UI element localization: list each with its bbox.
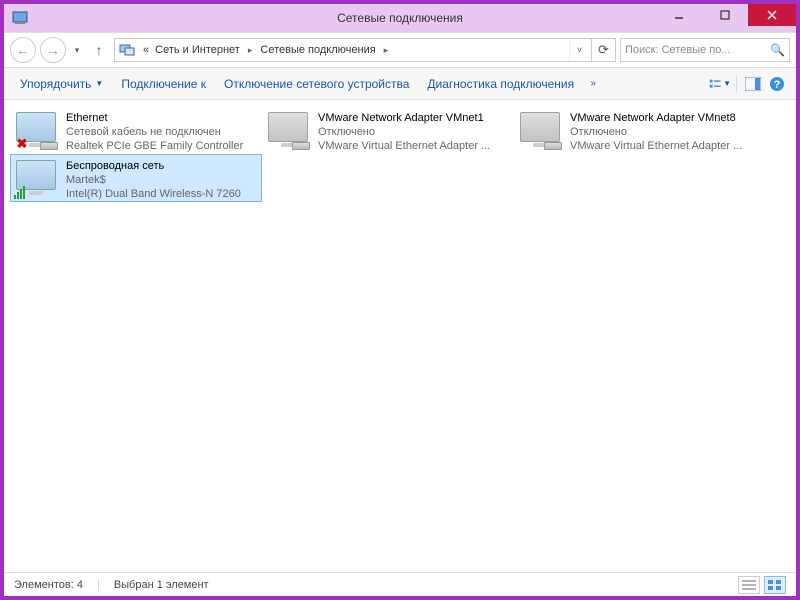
minimize-button[interactable] bbox=[656, 4, 702, 26]
history-dropdown[interactable]: ▾ bbox=[70, 37, 84, 63]
command-bar: Упорядочить▼ Подключение к Отключение се… bbox=[4, 68, 796, 100]
breadcrumb-connections[interactable]: Сетевые подключения bbox=[258, 44, 377, 56]
diagnose-button[interactable]: Диагностика подключения bbox=[419, 73, 582, 95]
connection-vmnet8[interactable]: VMware Network Adapter VMnet8 Отключено … bbox=[514, 106, 766, 154]
item-name: Ethernet bbox=[66, 111, 258, 125]
content-area[interactable]: ✖ Ethernet Сетевой кабель не подключен R… bbox=[4, 100, 796, 572]
connection-vmnet1[interactable]: VMware Network Adapter VMnet1 Отключено … bbox=[262, 106, 514, 154]
item-status: Сетевой кабель не подключен bbox=[66, 125, 258, 139]
network-adapter-icon bbox=[14, 158, 60, 200]
status-selected-count: Выбран 1 элемент bbox=[114, 579, 209, 591]
connection-ethernet[interactable]: ✖ Ethernet Сетевой кабель не подключен R… bbox=[10, 106, 262, 154]
address-dropdown[interactable]: ˅ bbox=[569, 39, 589, 61]
svg-text:?: ? bbox=[774, 79, 781, 91]
preview-pane-button[interactable] bbox=[742, 73, 764, 95]
details-view-button[interactable] bbox=[738, 576, 760, 594]
disable-device-button[interactable]: Отключение сетевого устройства bbox=[216, 73, 417, 95]
error-x-icon: ✖ bbox=[14, 136, 30, 152]
item-name: VMware Network Adapter VMnet8 bbox=[570, 111, 762, 125]
view-options-button[interactable]: ▼ bbox=[709, 73, 731, 95]
network-adapter-icon: ✖ bbox=[14, 110, 60, 152]
forward-button[interactable]: → bbox=[40, 37, 66, 63]
item-device: Realtek PCIe GBE Family Controller bbox=[66, 139, 258, 153]
up-button[interactable]: ↑ bbox=[88, 39, 110, 61]
wifi-signal-icon bbox=[14, 184, 30, 200]
network-adapter-icon bbox=[518, 110, 564, 152]
chevron-down-icon: ▼ bbox=[95, 79, 103, 88]
refresh-button[interactable]: ⟳ bbox=[591, 39, 615, 61]
status-item-count: Элементов: 4 bbox=[14, 579, 83, 591]
item-status: Отключено bbox=[318, 125, 510, 139]
item-device: VMware Virtual Ethernet Adapter ... bbox=[318, 139, 510, 153]
close-button[interactable] bbox=[748, 4, 796, 26]
explorer-window: Сетевые подключения ← → ▾ ↑ « Сеть и Инт… bbox=[3, 3, 797, 597]
connection-wireless[interactable]: Беспроводная сеть Martek$ Intel(R) Dual … bbox=[10, 154, 262, 202]
organize-menu[interactable]: Упорядочить▼ bbox=[12, 73, 111, 95]
help-button[interactable]: ? bbox=[766, 73, 788, 95]
item-status: Отключено bbox=[570, 125, 762, 139]
item-device: VMware Virtual Ethernet Adapter ... bbox=[570, 139, 762, 153]
location-icon bbox=[119, 42, 135, 58]
tiles-view-button[interactable] bbox=[764, 576, 786, 594]
back-button[interactable]: ← bbox=[10, 37, 36, 63]
status-bar: Элементов: 4 | Выбран 1 элемент bbox=[4, 572, 796, 596]
search-input[interactable]: Поиск: Сетевые по... 🔍 bbox=[620, 38, 790, 62]
maximize-button[interactable] bbox=[702, 4, 748, 26]
window-icon bbox=[12, 10, 28, 26]
chevron-right-icon[interactable]: ▸ bbox=[380, 45, 393, 56]
nav-bar: ← → ▾ ↑ « Сеть и Интернет ▸ Сетевые подк… bbox=[4, 32, 796, 68]
overflow-chevron[interactable]: » bbox=[584, 78, 602, 89]
item-name: VMware Network Adapter VMnet1 bbox=[318, 111, 510, 125]
network-adapter-icon bbox=[266, 110, 312, 152]
connect-to-button[interactable]: Подключение к bbox=[113, 73, 214, 95]
search-icon[interactable]: 🔍 bbox=[770, 43, 785, 57]
address-bar[interactable]: « Сеть и Интернет ▸ Сетевые подключения … bbox=[114, 38, 616, 62]
item-name: Беспроводная сеть bbox=[66, 159, 258, 173]
breadcrumb-prefix: « bbox=[141, 44, 151, 56]
window-buttons bbox=[656, 4, 796, 32]
breadcrumb-network[interactable]: Сеть и Интернет bbox=[153, 44, 242, 56]
chevron-right-icon[interactable]: ▸ bbox=[244, 45, 257, 56]
item-device: Intel(R) Dual Band Wireless-N 7260 bbox=[66, 187, 258, 201]
search-placeholder: Поиск: Сетевые по... bbox=[625, 44, 731, 56]
title-bar: Сетевые подключения bbox=[4, 4, 796, 32]
item-status: Martek$ bbox=[66, 173, 258, 187]
